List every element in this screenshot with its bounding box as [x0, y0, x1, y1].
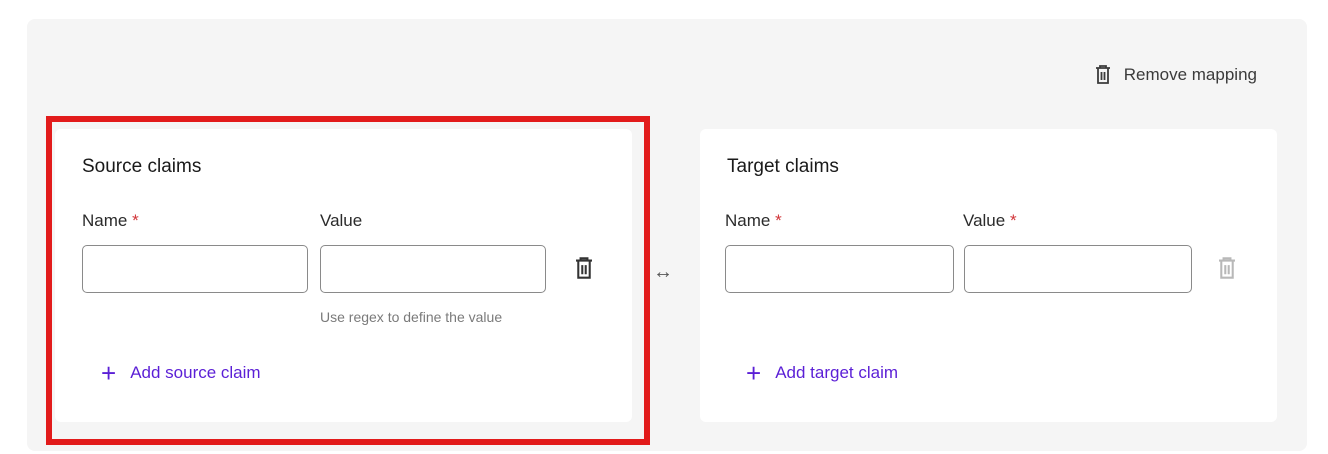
source-value-label-text: Value: [320, 211, 363, 230]
add-source-claim-label: Add source claim: [130, 363, 261, 382]
plus-icon: +: [746, 358, 762, 388]
trash-icon: [1095, 65, 1110, 84]
source-name-label-text: Name: [82, 211, 128, 230]
add-target-claim-label: Add target claim: [775, 363, 899, 382]
source-claims-title: Source claims: [82, 156, 202, 177]
add-target-claim-button[interactable]: + Add target claim: [746, 358, 899, 388]
delete-source-claim-icon[interactable]: [573, 256, 595, 280]
source-value-label: Value: [320, 211, 362, 231]
source-claims-card: Source claims Name * Value Use regex to …: [55, 129, 632, 422]
mapping-arrow-icon: ↔: [653, 261, 673, 283]
remove-mapping-label: Remove mapping: [1123, 64, 1257, 84]
add-source-claim-button[interactable]: + Add source claim: [101, 358, 261, 388]
target-claims-title: Target claims: [727, 156, 839, 177]
target-name-label: Name *: [725, 211, 782, 231]
required-marker: *: [132, 211, 139, 230]
required-marker: *: [1009, 211, 1017, 230]
target-value-label: Value *: [963, 211, 1017, 231]
source-value-help: Use regex to define the value: [320, 309, 503, 325]
source-name-label: Name *: [82, 211, 139, 231]
remove-mapping-button[interactable]: Remove mapping: [1094, 64, 1257, 85]
target-name-label-text: Name: [725, 211, 771, 230]
target-value-label-text: Value: [963, 211, 1006, 230]
source-value-input[interactable]: [320, 245, 546, 293]
plus-icon: +: [101, 358, 117, 388]
target-name-input[interactable]: [725, 245, 954, 293]
source-name-input[interactable]: [82, 245, 308, 293]
delete-target-claim-icon: [1219, 257, 1235, 279]
target-value-input[interactable]: [964, 245, 1192, 293]
target-claims-card: Target claims Name * Value * + Add targe…: [700, 129, 1277, 422]
claim-mapping-panel: Remove mapping Source claims Name * Valu…: [27, 19, 1307, 451]
required-marker: *: [775, 211, 782, 230]
